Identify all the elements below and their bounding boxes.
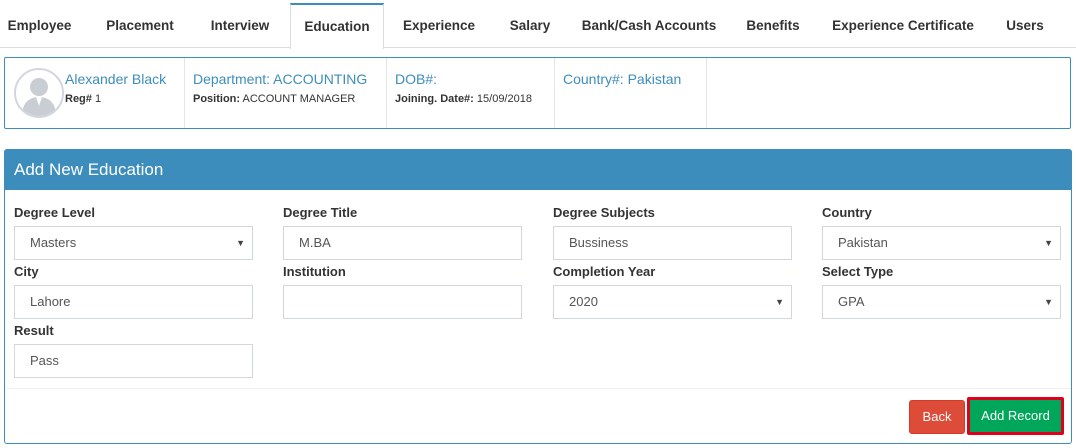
tab-experience-certificate[interactable]: Experience Certificate (828, 3, 978, 48)
employee-dob: DOB#: (395, 71, 438, 87)
caret-down-icon: ▼ (236, 238, 245, 248)
degree-subjects-label: Degree Subjects (553, 205, 655, 220)
tab-salary[interactable]: Salary (500, 3, 560, 48)
country-value: Pakistan (838, 235, 888, 250)
completion-year-label: Completion Year (553, 264, 656, 279)
result-label: Result (14, 323, 54, 338)
country-select[interactable]: Pakistan ▼ (822, 226, 1061, 260)
add-record-button[interactable]: Add Record (967, 397, 1064, 435)
select-type-label: Select Type (822, 264, 894, 279)
completion-year-value: 2020 (569, 294, 598, 309)
result-value: Pass (30, 353, 59, 368)
city-input[interactable]: Lahore (14, 285, 253, 319)
institution-label: Institution (283, 264, 346, 279)
profile-department-column: Department: ACCOUNTING Position: ACCOUNT… (185, 58, 387, 128)
tab-bar: Employee Placement Interview Education E… (0, 3, 1076, 49)
tab-placement[interactable]: Placement (95, 3, 185, 48)
reg-value: 1 (94, 93, 102, 105)
completion-year-select[interactable]: 2020 ▼ (553, 285, 792, 319)
select-type-select[interactable]: GPA ▼ (822, 285, 1061, 319)
caret-down-icon: ▼ (775, 297, 784, 307)
degree-title-value: M.BA (299, 235, 331, 250)
select-type-value: GPA (838, 294, 865, 309)
degree-level-select[interactable]: Masters ▼ (14, 226, 253, 260)
degree-title-label: Degree Title (283, 205, 358, 220)
tab-experience[interactable]: Experience (396, 3, 482, 48)
degree-title-input[interactable]: M.BA (283, 226, 522, 260)
profile-name-column: Alexander Black Reg# 1 (5, 58, 185, 128)
degree-subjects-value: Bussiness (569, 235, 629, 250)
tab-benefits[interactable]: Benefits (738, 3, 808, 48)
degree-level-value: Masters (30, 235, 77, 250)
profile-dob-column: DOB#: Joining. Date#: 15/09/2018 (387, 58, 555, 128)
country-label: Country (822, 205, 872, 220)
position-value: ACCOUNT MANAGER (242, 93, 356, 105)
tab-employee[interactable]: Employee (0, 3, 79, 48)
position-label: Position: (193, 93, 241, 105)
reg-label: Reg# (65, 93, 92, 105)
employee-profile-box: Alexander Black Reg# 1 Department: ACCOU… (4, 57, 1071, 129)
tab-education[interactable]: Education (290, 3, 384, 49)
panel-footer-divider (5, 388, 1071, 389)
degree-level-label: Degree Level (14, 205, 95, 220)
user-avatar-icon (14, 68, 64, 118)
employee-department: Department: ACCOUNTING (193, 71, 368, 87)
city-value: Lahore (30, 294, 71, 309)
employee-name[interactable]: Alexander Black (65, 71, 166, 87)
employee-position: Position: ACCOUNT MANAGER (193, 93, 355, 105)
employee-reg: Reg# 1 (65, 93, 101, 105)
degree-subjects-input[interactable]: Bussiness (553, 226, 792, 260)
institution-input[interactable] (283, 285, 522, 319)
joining-value: 15/09/2018 (476, 93, 532, 105)
tab-users[interactable]: Users (998, 3, 1052, 48)
employee-joining-date: Joining. Date#: 15/09/2018 (395, 93, 532, 105)
tab-bank-cash-accounts[interactable]: Bank/Cash Accounts (580, 3, 718, 48)
add-education-panel: Add New Education Degree Level Masters ▼… (4, 149, 1072, 444)
panel-title: Add New Education (5, 150, 1071, 190)
joining-label: Joining. Date#: (395, 93, 474, 105)
caret-down-icon: ▼ (1044, 297, 1053, 307)
tab-interview[interactable]: Interview (200, 3, 280, 48)
city-label: City (14, 264, 39, 279)
profile-country-column: Country#: Pakistan (555, 58, 707, 128)
result-input[interactable]: Pass (14, 344, 253, 378)
caret-down-icon: ▼ (1044, 238, 1053, 248)
back-button[interactable]: Back (909, 400, 965, 434)
employee-country: Country#: Pakistan (563, 71, 682, 87)
